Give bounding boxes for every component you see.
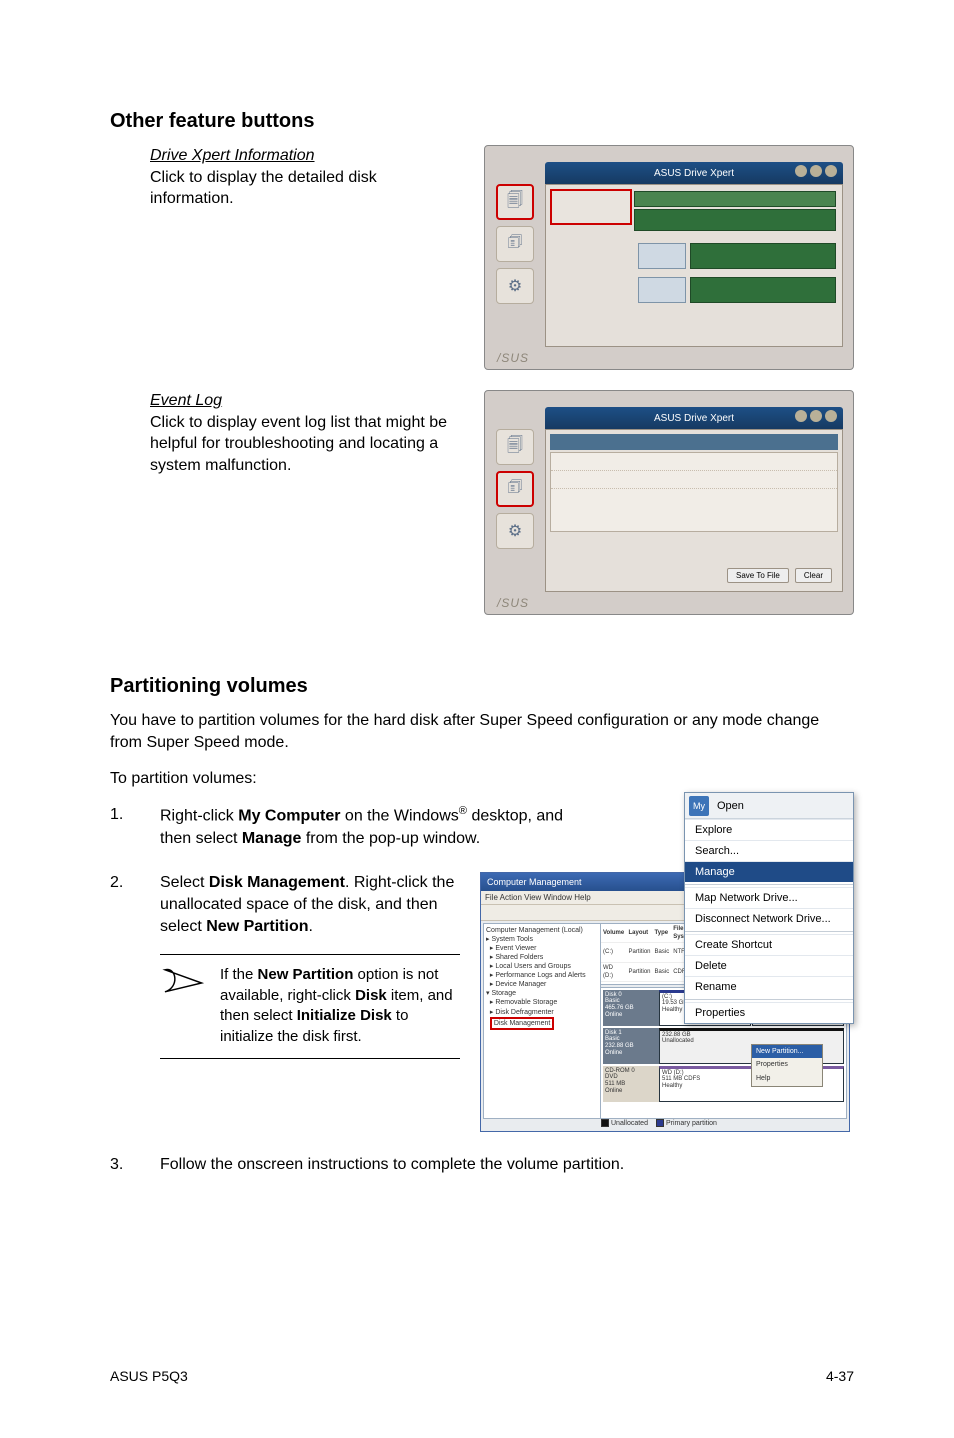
info-header-bar <box>634 191 836 207</box>
ctx-properties[interactable]: Properties <box>752 1058 822 1072</box>
clear-button[interactable]: Clear <box>795 568 832 583</box>
drive-xpert-info-desc: Click to display the detailed disk infor… <box>150 167 464 210</box>
step1-text-a: Right-click <box>160 808 238 825</box>
sidebar-icon-3: ⚙ <box>496 268 534 304</box>
step-number-1: 1. <box>110 804 134 826</box>
note-icon <box>162 965 206 1008</box>
dm-tree: Computer Management (Local) ▸ System Too… <box>483 923 601 1119</box>
footer-product: ASUS P5Q3 <box>110 1368 188 1384</box>
step1-text-d: from the pop-up window. <box>301 830 480 847</box>
note-box: If the New Partition option is not avail… <box>160 954 460 1059</box>
drive-xpert-info-screenshot: 🗐 🗊 ⚙ ASUS Drive Xpert <box>484 145 854 370</box>
event-log-screenshot: 🗐 🗊 ⚙ ASUS Drive Xpert <box>484 390 854 615</box>
event-log-table <box>550 452 838 532</box>
note-initialize-disk: Initialize Disk <box>297 1007 392 1024</box>
event-log-title: Event Log <box>150 390 464 412</box>
drive-xpert-info-title: Drive Xpert Information <box>150 145 464 167</box>
dm-title: Computer Management <box>487 876 582 888</box>
save-to-file-button[interactable]: Save To File <box>727 568 789 583</box>
brand-logo: /SUS <box>497 351 529 365</box>
step1-manage: Manage <box>242 830 302 847</box>
step3-text: Follow the onscreen instructions to comp… <box>160 1154 854 1176</box>
my-computer-icon: My <box>689 796 709 816</box>
disk-thumb-2 <box>638 277 686 303</box>
registered-mark: ® <box>459 805 467 817</box>
cm-delete[interactable]: Delete <box>685 955 853 976</box>
event-log-header <box>550 434 838 450</box>
cm-disconnect-network-drive[interactable]: Disconnect Network Drive... <box>685 908 853 929</box>
sidebar-icon-1: 🗐 <box>496 429 534 465</box>
event-log-desc: Click to display event log list that mig… <box>150 412 464 477</box>
to-partition-volumes: To partition volumes: <box>110 768 854 790</box>
cm-open[interactable]: Open <box>713 798 849 814</box>
dm-context-menu: New Partition... Properties Help <box>751 1044 823 1087</box>
step2-disk-management: Disk Management <box>209 874 345 891</box>
partitioning-intro: You have to partition volumes for the ha… <box>110 710 854 754</box>
disk-thumb-1 <box>638 243 686 269</box>
info-row-3 <box>690 277 836 303</box>
cm-manage[interactable]: Manage <box>685 861 853 882</box>
brand-logo: /SUS <box>497 596 529 610</box>
cm-rename[interactable]: Rename <box>685 976 853 997</box>
ctx-new-partition[interactable]: New Partition... <box>752 1045 822 1059</box>
controller-tree-highlight <box>550 189 632 225</box>
note-a: If the <box>220 966 258 983</box>
sidebar-icon-2: 🗊 <box>496 471 534 507</box>
step1-my-computer: My Computer <box>238 808 340 825</box>
step2-new-partition: New Partition <box>206 918 308 935</box>
my-computer-context-menu: My Open Explore Search... Manage Map Net… <box>684 792 854 1024</box>
note-new-partition: New Partition <box>258 966 354 983</box>
sidebar-icon-1: 🗐 <box>496 184 534 220</box>
dm-tree-disk-management[interactable]: Disk Management <box>490 1017 554 1030</box>
note-disk: Disk <box>355 987 387 1004</box>
cm-map-network-drive[interactable]: Map Network Drive... <box>685 887 853 908</box>
step2-text-a: Select <box>160 874 209 891</box>
heading-partitioning-volumes: Partitioning volumes <box>110 675 854 698</box>
step-number-2: 2. <box>110 872 134 894</box>
info-row-2 <box>690 243 836 269</box>
footer-page-number: 4-37 <box>826 1368 854 1384</box>
step2-text-c: . <box>308 918 312 935</box>
info-row-1 <box>634 209 836 231</box>
cm-properties[interactable]: Properties <box>685 1002 853 1023</box>
sidebar-icon-3: ⚙ <box>496 513 534 549</box>
sidebar-icon-2: 🗊 <box>496 226 534 262</box>
cm-create-shortcut[interactable]: Create Shortcut <box>685 934 853 955</box>
step1-text-b: on the Windows <box>340 808 458 825</box>
dm-legend: Unallocated Primary partition <box>601 1119 717 1129</box>
step-number-3: 3. <box>110 1154 134 1176</box>
cm-explore[interactable]: Explore <box>685 819 853 840</box>
ctx-help[interactable]: Help <box>752 1072 822 1086</box>
heading-other-feature-buttons: Other feature buttons <box>110 110 854 133</box>
cm-search[interactable]: Search... <box>685 840 853 861</box>
